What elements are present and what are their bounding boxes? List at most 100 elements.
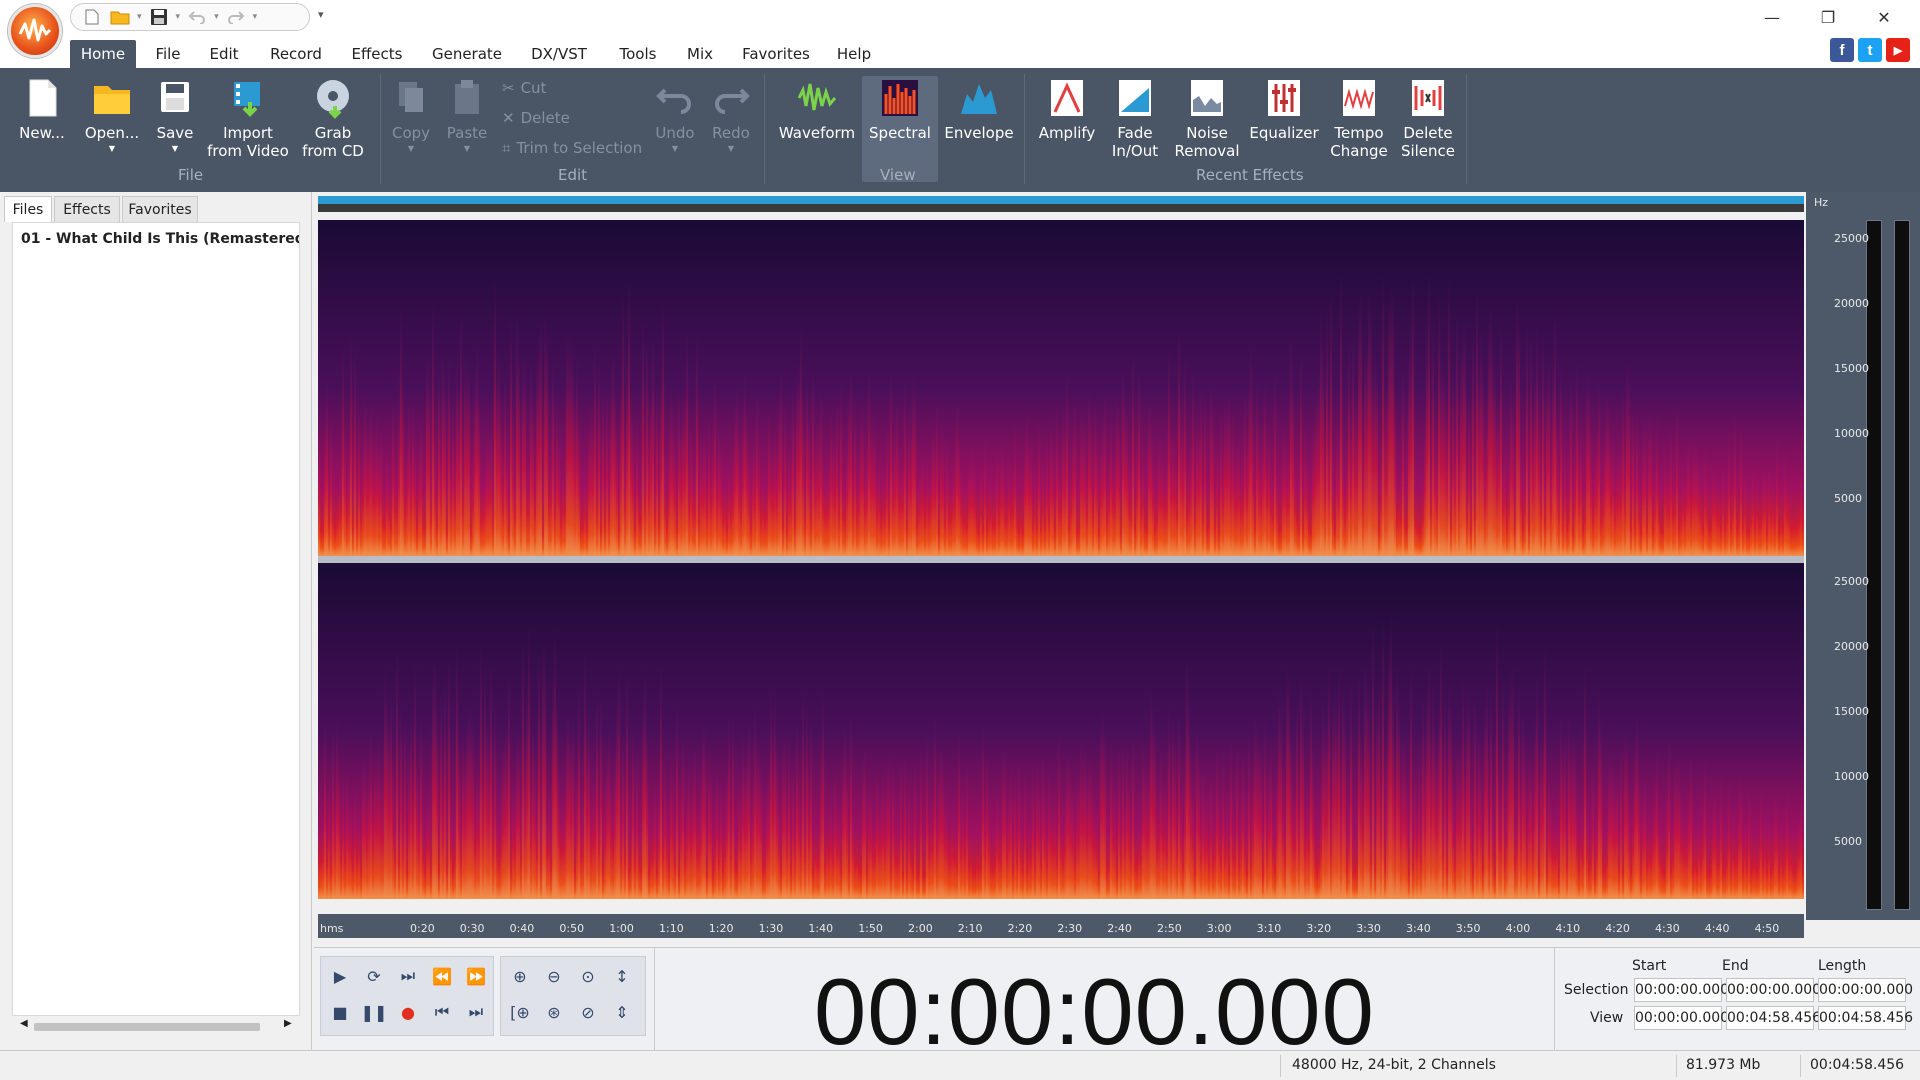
noise-removal-icon (1191, 80, 1223, 116)
overview-track[interactable] (318, 204, 1804, 212)
zoom-full-icon[interactable]: ⊛ (539, 997, 569, 1027)
ribbon: New... Open... ▼ Save ▼ Import from Vide… (0, 68, 1920, 192)
record-button[interactable]: ● (393, 997, 423, 1027)
twitter-icon[interactable]: t (1858, 38, 1882, 62)
loop-button[interactable]: ⟳ (359, 961, 389, 991)
redo-icon[interactable] (225, 6, 247, 28)
copy-dropdown-icon[interactable]: ▼ (388, 144, 434, 154)
paste-button[interactable]: Paste ▼ (444, 76, 490, 182)
tab-dxvst[interactable]: DX/VST (528, 40, 590, 68)
undo-button[interactable]: Undo ▼ (652, 76, 698, 182)
skip-to-end-button[interactable]: ⏭ (461, 997, 491, 1027)
grab-from-cd-button[interactable]: Grab from CD (298, 76, 368, 182)
stop-button[interactable]: ■ (325, 997, 355, 1027)
selection-label: Selection (1564, 982, 1629, 998)
tab-record[interactable]: Record (266, 40, 326, 68)
youtube-icon[interactable]: ▶ (1886, 38, 1910, 62)
import-from-video-button[interactable]: Import from Video (204, 76, 292, 182)
tab-effects-panel[interactable]: Effects (54, 196, 120, 222)
delete-silence-button[interactable]: Delete Silence (1398, 76, 1458, 182)
tab-effects[interactable]: Effects (348, 40, 406, 68)
quick-access-toolbar: ▾ ▾ ▾ ▾ (70, 3, 310, 31)
amplify-icon (1051, 80, 1083, 116)
envelope-button[interactable]: Envelope (944, 76, 1014, 182)
view-length-field[interactable]: 00:04:58.456 (1818, 1006, 1913, 1030)
tab-file[interactable]: File (148, 40, 188, 68)
open-dropdown-icon[interactable]: ▾ (137, 12, 142, 22)
skip-to-start-button[interactable]: ⏮ (427, 997, 457, 1027)
waveform-button[interactable]: Waveform (778, 76, 856, 182)
save-dropdown-icon[interactable]: ▼ (152, 144, 198, 154)
rewind-button[interactable]: ⏪ (427, 961, 457, 991)
copy-button[interactable]: Copy ▼ (388, 76, 434, 182)
tempo-change-button[interactable]: Tempo Change (1328, 76, 1390, 182)
close-button[interactable]: ✕ (1856, 0, 1912, 34)
zoom-vertical-fit-icon[interactable]: ⇕ (607, 997, 637, 1027)
tab-edit[interactable]: Edit (204, 40, 244, 68)
amplify-button[interactable]: Amplify (1036, 76, 1098, 182)
scroll-left-icon[interactable]: ◀ (20, 1018, 28, 1029)
time-tick-label: 3:30 (1356, 922, 1381, 935)
undo-icon[interactable] (186, 6, 208, 28)
tab-favorites[interactable]: Favorites (740, 40, 812, 68)
open-folder-icon (94, 86, 130, 114)
overview-bar[interactable] (318, 196, 1804, 204)
tab-home[interactable]: Home (70, 40, 136, 68)
scroll-thumb[interactable] (34, 1023, 260, 1031)
spectrogram-right-channel[interactable] (318, 563, 1804, 899)
redo-dropdown-icon[interactable]: ▼ (708, 144, 754, 154)
undo-dropdown-icon[interactable]: ▾ (214, 12, 219, 22)
facebook-icon[interactable]: f (1830, 38, 1854, 62)
tab-generate[interactable]: Generate (428, 40, 506, 68)
tempo-label-1: Tempo (1334, 124, 1384, 142)
customize-qat-icon[interactable]: ▾ (318, 8, 324, 21)
time-ruler[interactable]: hms 0:20 0:30 0:40 0:50 1:00 1:10 1:20 1:30 1:40… (318, 914, 1804, 938)
open-button[interactable]: Open... ▼ (82, 76, 142, 182)
tab-mix[interactable]: Mix (684, 40, 716, 68)
undo-dropdown-icon[interactable]: ▼ (652, 144, 698, 154)
paste-dropdown-icon[interactable]: ▼ (444, 144, 490, 154)
zoom-100-icon[interactable]: ⊙ (573, 961, 603, 991)
pause-button[interactable]: ❚❚ (359, 997, 389, 1027)
horizontal-scrollbar[interactable]: ◀ ▶ (12, 1018, 300, 1036)
play-button[interactable]: ▶ (325, 961, 355, 991)
new-file-icon[interactable] (81, 6, 103, 28)
zoom-fit-icon[interactable]: ⊘ (573, 997, 603, 1027)
zoom-out-icon[interactable]: ⊖ (539, 961, 569, 991)
redo-dropdown-icon[interactable]: ▾ (253, 12, 258, 22)
delete-button[interactable]: ✕ Delete (502, 106, 570, 130)
tab-help[interactable]: Help (834, 40, 874, 68)
list-item[interactable]: 01 - What Child Is This (Remastered).fla… (21, 231, 299, 247)
time-tick-label: 2:50 (1157, 922, 1182, 935)
selection-end-field[interactable]: 00:00:00.000 (1726, 978, 1821, 1002)
fade-icon (1119, 80, 1151, 116)
selection-length-field[interactable]: 00:00:00.000 (1818, 978, 1913, 1002)
fast-forward-button[interactable]: ⏩ (461, 961, 491, 991)
spectrogram-left-channel[interactable] (318, 220, 1804, 556)
fade-in-out-button[interactable]: Fade In/Out (1104, 76, 1166, 182)
tab-favorites-panel[interactable]: Favorites (122, 196, 198, 222)
trim-to-selection-button[interactable]: ⌗ Trim to Selection (502, 136, 642, 160)
fade-label-1: Fade (1117, 124, 1153, 142)
zoom-in-icon[interactable]: ⊕ (505, 961, 535, 991)
zoom-selection-icon[interactable]: [⊕ (505, 997, 535, 1027)
zoom-vertical-icon[interactable]: ↕ (607, 961, 637, 991)
minimize-button[interactable]: — (1744, 0, 1800, 34)
cut-button[interactable]: ✂ Cut (502, 76, 546, 100)
restore-button[interactable]: ❐ (1800, 0, 1856, 34)
tab-files[interactable]: Files (4, 196, 52, 222)
view-end-field[interactable]: 00:04:58.456 (1726, 1006, 1821, 1030)
open-dropdown-icon[interactable]: ▼ (82, 144, 142, 154)
selection-start-field[interactable]: 00:00:00.000 (1634, 978, 1729, 1002)
save-dropdown-icon[interactable]: ▾ (176, 12, 181, 22)
open-folder-icon[interactable] (109, 6, 131, 28)
redo-button[interactable]: Redo ▼ (708, 76, 754, 182)
edit-group-label: Edit (558, 166, 588, 184)
app-logo-icon[interactable] (8, 4, 62, 58)
view-start-field[interactable]: 00:00:00.000 (1634, 1006, 1729, 1030)
tab-tools[interactable]: Tools (614, 40, 662, 68)
play-to-end-button[interactable]: ⏭ (393, 961, 423, 991)
save-disk-icon[interactable] (148, 6, 170, 28)
new-button[interactable]: New... (14, 76, 70, 182)
scroll-right-icon[interactable]: ▶ (284, 1018, 292, 1029)
